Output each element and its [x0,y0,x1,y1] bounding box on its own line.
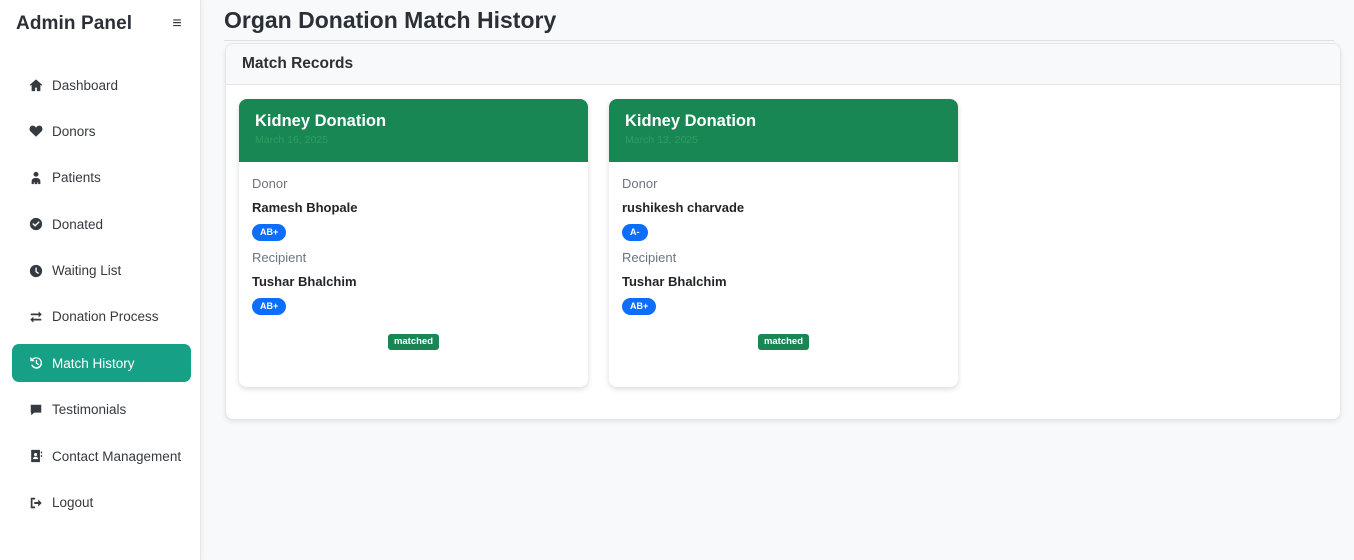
organ-title: Kidney Donation [255,112,387,130]
address-book-icon [28,448,44,464]
recipient-label: Recipient [622,250,677,265]
donor-name: Ramesh Bhopale [252,200,358,215]
heart-icon [28,123,44,139]
title-divider [224,40,1334,41]
sidebar-item-label: Waiting List [52,263,122,279]
sidebar-header: Admin Panel ≡ [16,12,186,36]
user-injured-icon [28,170,44,186]
donor-blood-badge: AB+ [252,224,287,241]
sidebar-item-contact-management[interactable]: Contact Management [12,437,191,475]
sidebar-item-label: Donated [52,216,104,232]
status-row: matched [622,331,945,350]
donor-label: Donor [252,176,288,191]
recipient-name: Tushar Bhalchim [622,274,727,289]
home-icon [28,77,44,93]
clock-icon [28,263,44,279]
sidebar-item-match-history[interactable]: Match History [12,344,191,383]
page-title: Organ Donation Match History [224,7,557,33]
match-records-header: Match Records [226,44,1340,85]
recipient-blood-badge: AB+ [252,298,287,315]
match-card: Kidney Donation March 16, 2025 Donor Ram… [239,99,588,387]
match-card-body: Donor Ramesh Bhopale AB+ Recipient Tusha… [239,162,588,350]
exchange-icon [28,309,44,325]
sidebar: Admin Panel ≡ Dashboard Donors Patients [0,0,201,560]
match-card: Kidney Donation March 13, 2025 Donor rus… [609,99,958,387]
sign-out-icon [28,495,44,511]
sidebar-item-logout[interactable]: Logout [12,484,191,522]
sidebar-item-label: Dashboard [52,77,119,93]
sidebar-item-dashboard[interactable]: Dashboard [12,66,191,104]
sidebar-nav: Dashboard Donors Patients Donated Waitin… [12,66,191,530]
match-date: March 16, 2025 [255,134,328,146]
sidebar-item-donors[interactable]: Donors [12,112,191,150]
match-card-body: Donor rushikesh charvade A- Recipient Tu… [609,162,958,350]
comment-icon [28,402,44,418]
recipient-label: Recipient [252,250,307,265]
hamburger-icon[interactable]: ≡ [168,15,186,33]
sidebar-item-label: Match History [52,355,135,371]
match-records-panel: Match Records Kidney Donation March 16, … [225,43,1341,420]
sidebar-item-label: Contact Management [52,448,182,464]
check-circle-icon [28,216,44,232]
status-badge: matched [757,334,810,350]
donor-name: rushikesh charvade [622,200,745,215]
sidebar-item-donation-process[interactable]: Donation Process [12,298,191,336]
recipient-blood-badge: AB+ [622,298,657,315]
sidebar-item-donated[interactable]: Donated [12,205,191,243]
match-date: March 13, 2025 [625,134,698,146]
sidebar-item-label: Patients [52,170,101,186]
sidebar-item-testimonials[interactable]: Testimonials [12,391,191,429]
sidebar-item-label: Testimonials [52,402,127,418]
history-icon [28,355,44,371]
organ-title: Kidney Donation [625,112,757,130]
recipient-name: Tushar Bhalchim [252,274,357,289]
match-card-header: Kidney Donation March 16, 2025 [239,99,588,162]
sidebar-item-label: Donation Process [52,309,159,325]
sidebar-item-label: Donors [52,123,96,139]
status-row: matched [252,331,575,350]
donor-blood-badge: A- [622,224,648,241]
sidebar-item-label: Logout [52,495,94,511]
brand-title: Admin Panel [16,13,133,34]
sidebar-item-patients[interactable]: Patients [12,159,191,197]
match-card-header: Kidney Donation March 13, 2025 [609,99,958,162]
sidebar-item-waiting-list[interactable]: Waiting List [12,252,191,290]
status-badge: matched [387,334,440,350]
donor-label: Donor [622,176,658,191]
